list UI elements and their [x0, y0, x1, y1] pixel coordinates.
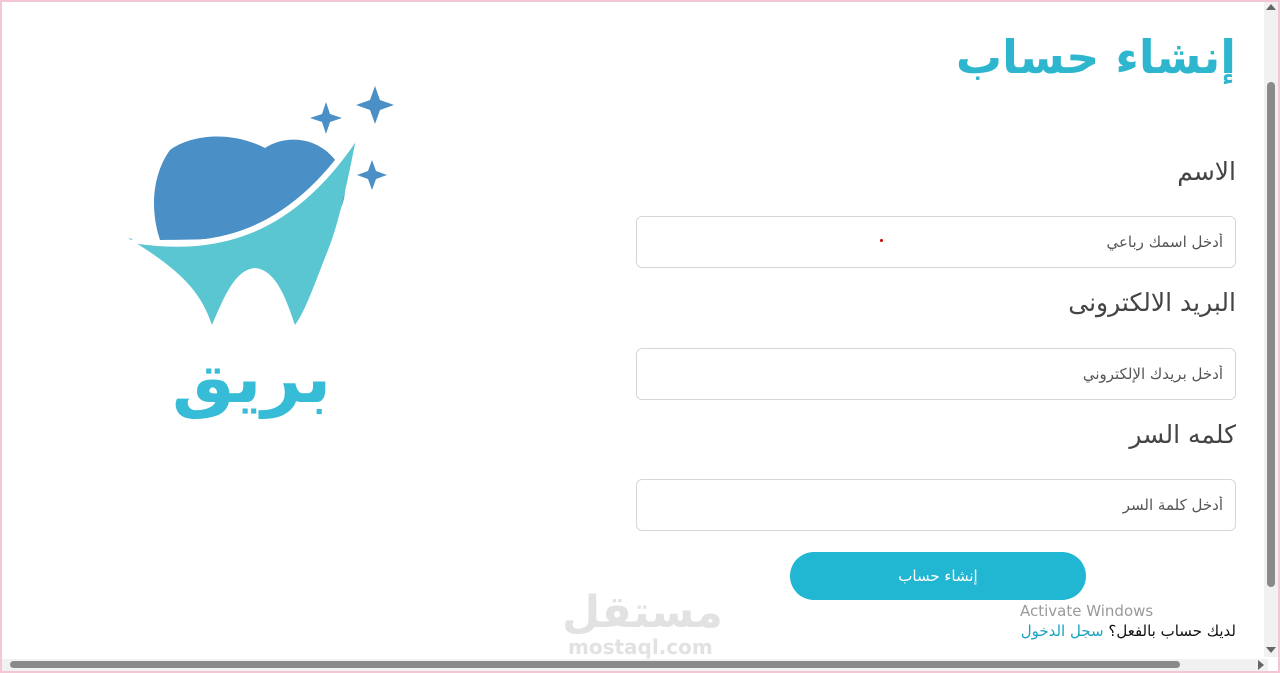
brand-name: بريق — [172, 337, 332, 419]
create-account-button[interactable]: إنشاء حساب — [790, 552, 1086, 600]
password-label: كلمه السر — [1129, 420, 1236, 449]
name-input[interactable] — [636, 216, 1236, 268]
watermark-latin: mostaql.com — [568, 635, 713, 659]
name-label: الاسم — [1177, 157, 1236, 186]
login-link[interactable]: سجل الدخول — [1021, 622, 1104, 640]
vertical-scrollbar[interactable] — [1264, 2, 1278, 657]
vertical-scroll-thumb[interactable] — [1267, 82, 1275, 587]
email-input[interactable] — [636, 348, 1236, 400]
tooth-sparkle-icon — [128, 86, 394, 325]
email-label: البريد الالكترونى — [1068, 288, 1236, 317]
password-input[interactable] — [636, 479, 1236, 531]
activate-windows-notice: Activate Windows — [1020, 602, 1154, 620]
cursor-dot — [880, 239, 883, 242]
scroll-down-icon[interactable] — [1266, 647, 1276, 653]
have-account-text: لديك حساب بالفعل؟ — [1108, 622, 1236, 640]
horizontal-scroll-thumb[interactable] — [10, 661, 1180, 668]
watermark-arabic: مستقل — [562, 587, 723, 638]
page-title: إنشاء حساب — [955, 30, 1236, 84]
login-prompt: لديك حساب بالفعل؟ سجل الدخول — [1021, 622, 1236, 640]
horizontal-scrollbar[interactable] — [2, 659, 1268, 671]
scroll-up-icon[interactable] — [1266, 4, 1276, 10]
scroll-right-icon[interactable] — [1258, 660, 1264, 670]
